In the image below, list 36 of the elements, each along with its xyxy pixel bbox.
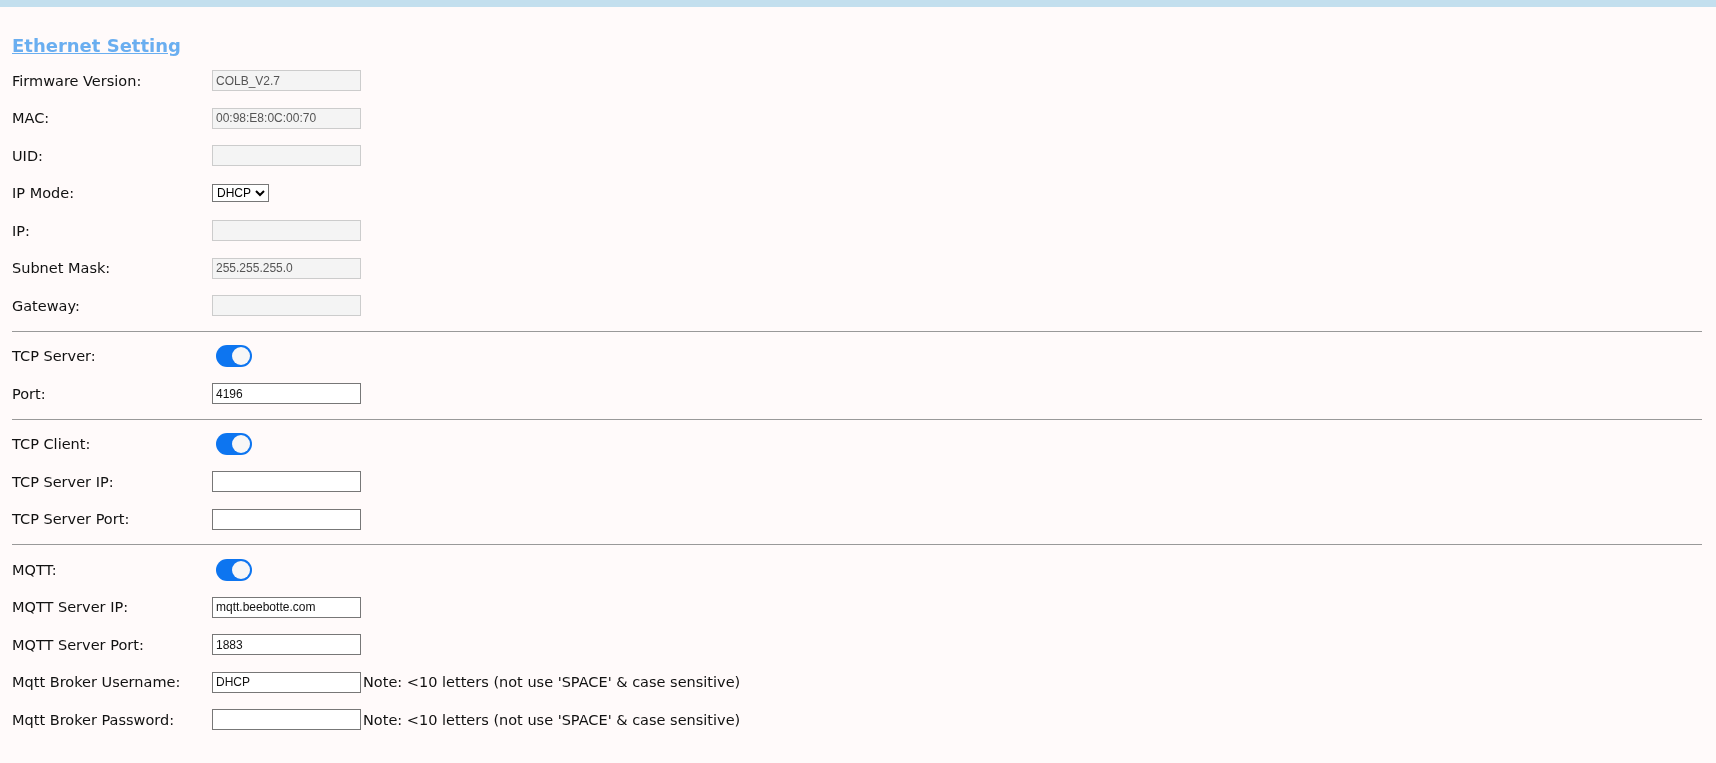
input-field[interactable]	[212, 295, 361, 317]
input-field[interactable]	[212, 471, 361, 493]
field-label: MAC:	[12, 110, 51, 127]
input-field[interactable]	[212, 145, 361, 167]
toggle-switch[interactable]	[216, 558, 252, 581]
input-field[interactable]: DHCP	[212, 671, 361, 693]
field-label: TCP Server IP:	[12, 473, 115, 490]
field-label: Gateway:	[12, 297, 81, 314]
input-field[interactable]: mqtt.beebotte.com	[212, 596, 361, 618]
field-label: UID:	[12, 147, 44, 164]
field-label: MQTT Server Port:	[12, 636, 145, 653]
field-label: TCP Client:	[12, 436, 92, 453]
field-label: Mqtt Broker Username:	[12, 674, 182, 691]
field-label: Mqtt Broker Password:	[12, 711, 176, 728]
input-field[interactable]: 00:98:E8:0C:00:70	[212, 107, 361, 129]
field-label: Firmware Version:	[12, 72, 143, 89]
field-label: Port:	[12, 385, 47, 402]
input-field[interactable]: 1883	[212, 634, 361, 656]
field-label: TCP Server:	[12, 348, 97, 365]
input-field[interactable]: COLB_V2.7	[212, 70, 361, 92]
mode-dropdown[interactable]: DHCP	[212, 184, 269, 203]
input-field[interactable]: 4196	[212, 383, 361, 405]
input-field[interactable]	[212, 220, 361, 242]
field-label: MQTT:	[12, 561, 58, 578]
note-text: Note: <10 letters (not use 'SPACE' & case sensitive)	[363, 674, 741, 691]
field-label: Subnet Mask:	[12, 260, 112, 277]
field-label: MQTT Server IP:	[12, 599, 130, 616]
input-field[interactable]	[212, 508, 361, 530]
field-label: IP Mode:	[12, 185, 76, 202]
field-label: TCP Server Port:	[12, 511, 131, 528]
input-field[interactable]: 255.255.255.0	[212, 257, 361, 279]
note-text: Note: <10 letters (not use 'SPACE' & case sensitive)	[363, 711, 741, 728]
field-label: IP:	[12, 222, 31, 239]
toggle-switch[interactable]	[216, 345, 252, 368]
toggle-switch[interactable]	[216, 433, 252, 456]
input-field[interactable]	[212, 709, 361, 731]
